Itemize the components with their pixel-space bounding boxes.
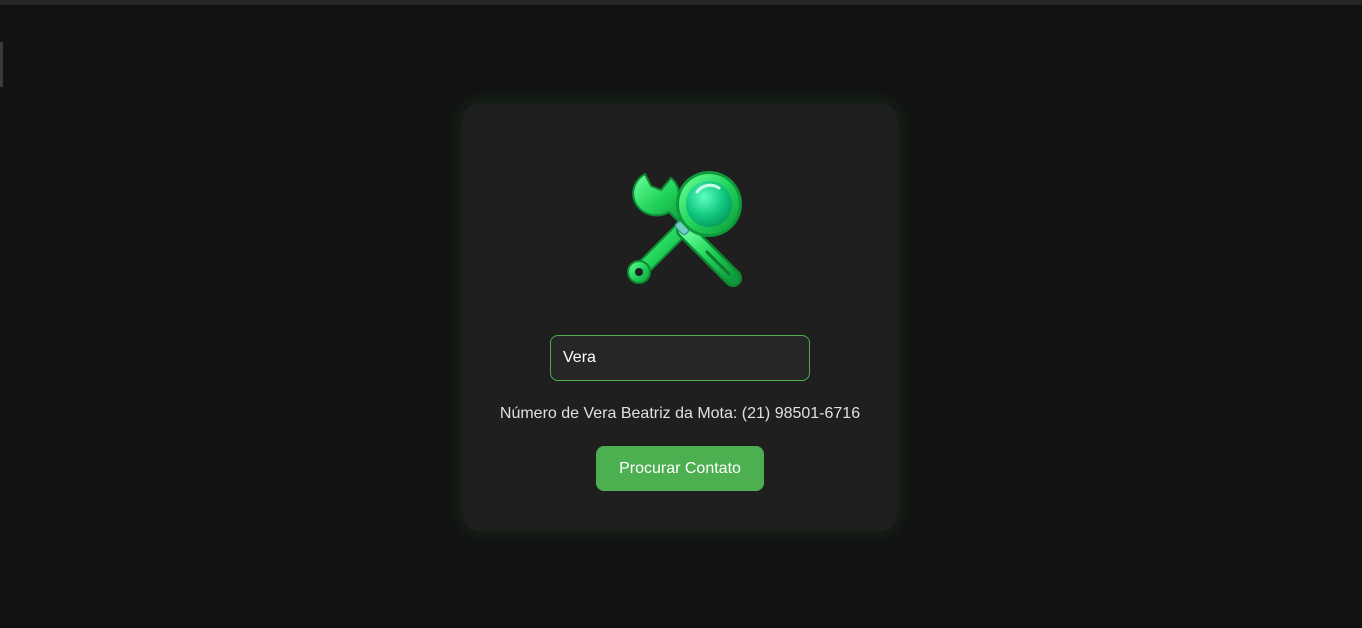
edge-strip <box>0 42 3 87</box>
top-bar <box>0 0 1362 5</box>
search-contact-button[interactable]: Procurar Contato <box>596 446 764 491</box>
wrench-and-magnifying-glass-icon <box>623 164 747 288</box>
contact-search-input[interactable] <box>550 335 810 381</box>
contact-search-card: Número de Vera Beatriz da Mota: (21) 985… <box>463 104 897 530</box>
magnifying-glass-icon <box>674 171 742 287</box>
contact-result-text: Número de Vera Beatriz da Mota: (21) 985… <box>499 405 861 422</box>
